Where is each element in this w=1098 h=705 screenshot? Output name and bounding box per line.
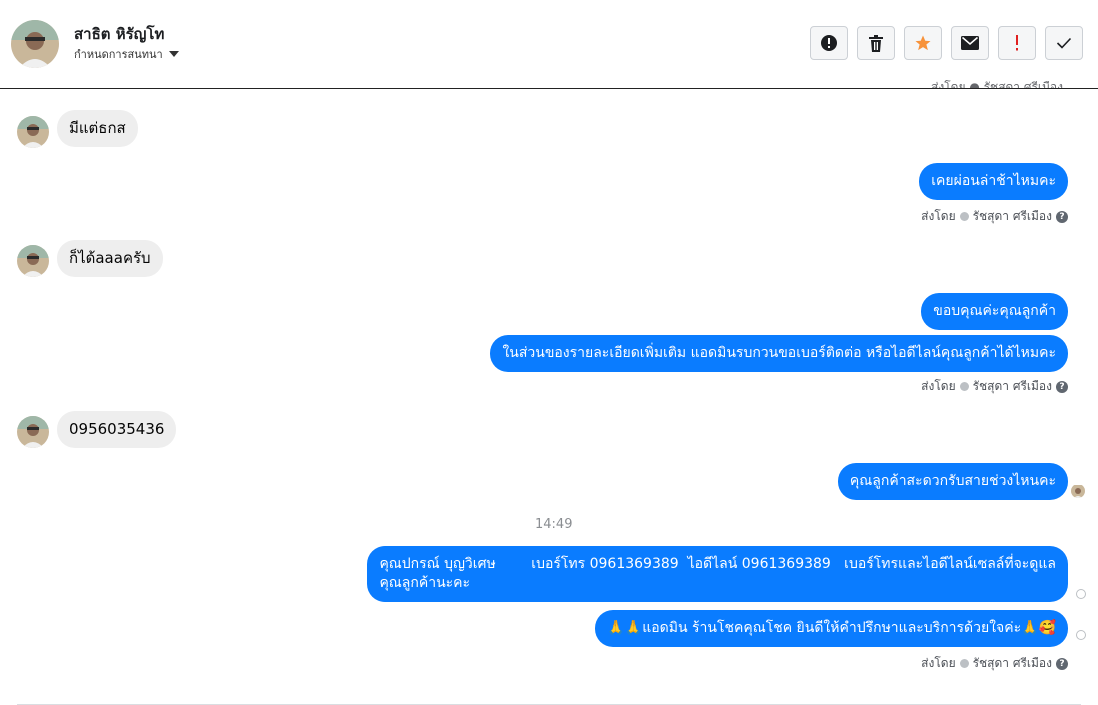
sent-status-icon: [1076, 630, 1086, 640]
previous-sent-by-cutoff: ส่งโดย ● รัชสุดา ศรีเมือง: [931, 80, 1063, 88]
sent-by-label: ส่งโดย รัชสุดา ศรีเมือง ?: [921, 377, 1068, 396]
follow-up-button[interactable]: [998, 26, 1036, 60]
sent-by-agent: รัชสุดา ศรีเมือง: [972, 209, 1052, 223]
sent-by-prefix: ส่งโดย: [921, 379, 956, 393]
sent-by-prefix: ส่งโดย: [921, 656, 956, 670]
message-line: คุณปกรณ์ บุญวิเศษ เบอร์โทร 0961369389 ไอ…: [379, 556, 1056, 572]
exclamation-icon: [1016, 35, 1018, 51]
star-button[interactable]: [904, 26, 942, 60]
trash-icon: [869, 34, 883, 52]
sent-status-icon: [1076, 589, 1086, 599]
sent-by-prefix: ส่งโดย: [921, 209, 956, 223]
sent-by-agent: รัชสุดา ศรีเมือง: [972, 379, 1052, 393]
seen-avatar: [1071, 484, 1085, 498]
mark-done-button[interactable]: [1045, 26, 1083, 60]
alert-circle-icon: [821, 35, 837, 51]
outgoing-message: คุณปกรณ์ บุญวิเศษ เบอร์โทร 0961369389 ไอ…: [367, 546, 1068, 602]
time-separator: 14:49: [535, 517, 573, 532]
mail-icon: [961, 36, 979, 50]
help-icon[interactable]: ?: [1056, 210, 1068, 223]
conversation-header: สาธิต หิรัญโท กำหนดการสนทนา: [0, 0, 1098, 89]
check-icon: [1056, 37, 1072, 49]
contact-avatar-small: [17, 116, 49, 148]
conversation-settings-dropdown[interactable]: กำหนดการสนทนา: [74, 45, 179, 63]
header-actions: [810, 26, 1083, 60]
conversation-settings-label: กำหนดการสนทนา: [74, 48, 163, 61]
outgoing-message: ขอบคุณค่ะคุณลูกค้า: [921, 293, 1068, 330]
delivered-icon: [959, 382, 969, 391]
outgoing-message: คุณลูกค้าสะดวกรับสายช่วงไหนคะ: [837, 463, 1068, 500]
caret-down-icon: [168, 51, 179, 57]
help-icon[interactable]: ?: [1056, 380, 1068, 393]
sent-by-label: ส่งโดย รัชสุดา ศรีเมือง ?: [921, 207, 1068, 226]
help-icon[interactable]: ?: [1056, 657, 1068, 670]
message-line: คุณลูกค้านะคะ: [379, 575, 471, 591]
sent-by-agent: รัชสุดา ศรีเมือง: [972, 656, 1052, 670]
contact-avatar-small: [17, 245, 49, 277]
outgoing-message: 🙏🙏แอดมิน ร้านโชคคุณโชค ยินดีให้คำปรึกษาแ…: [595, 610, 1068, 647]
contact-name[interactable]: สาธิต หิรัญโท: [74, 22, 164, 46]
contact-avatar-small: [17, 416, 49, 448]
outgoing-message: เคยผ่อนล่าช้าไหมคะ: [919, 163, 1068, 200]
mark-spam-button[interactable]: [810, 26, 848, 60]
delivered-icon: [959, 659, 969, 668]
contact-avatar[interactable]: [11, 20, 59, 68]
incoming-message: มีแต่ธกส: [57, 110, 138, 147]
mark-unread-button[interactable]: [951, 26, 989, 60]
star-icon: [915, 35, 931, 51]
delivered-icon: [959, 212, 969, 221]
incoming-message: ก็ได้aaaครับ: [57, 240, 163, 277]
sent-by-label: ส่งโดย รัชสุดา ศรีเมือง ?: [921, 654, 1068, 673]
outgoing-message: ในส่วนของรายละเอียดเพิ่มเติม แอดมินรบกวน…: [490, 335, 1068, 372]
delete-button[interactable]: [857, 26, 895, 60]
incoming-message: 0956035436: [57, 411, 177, 448]
